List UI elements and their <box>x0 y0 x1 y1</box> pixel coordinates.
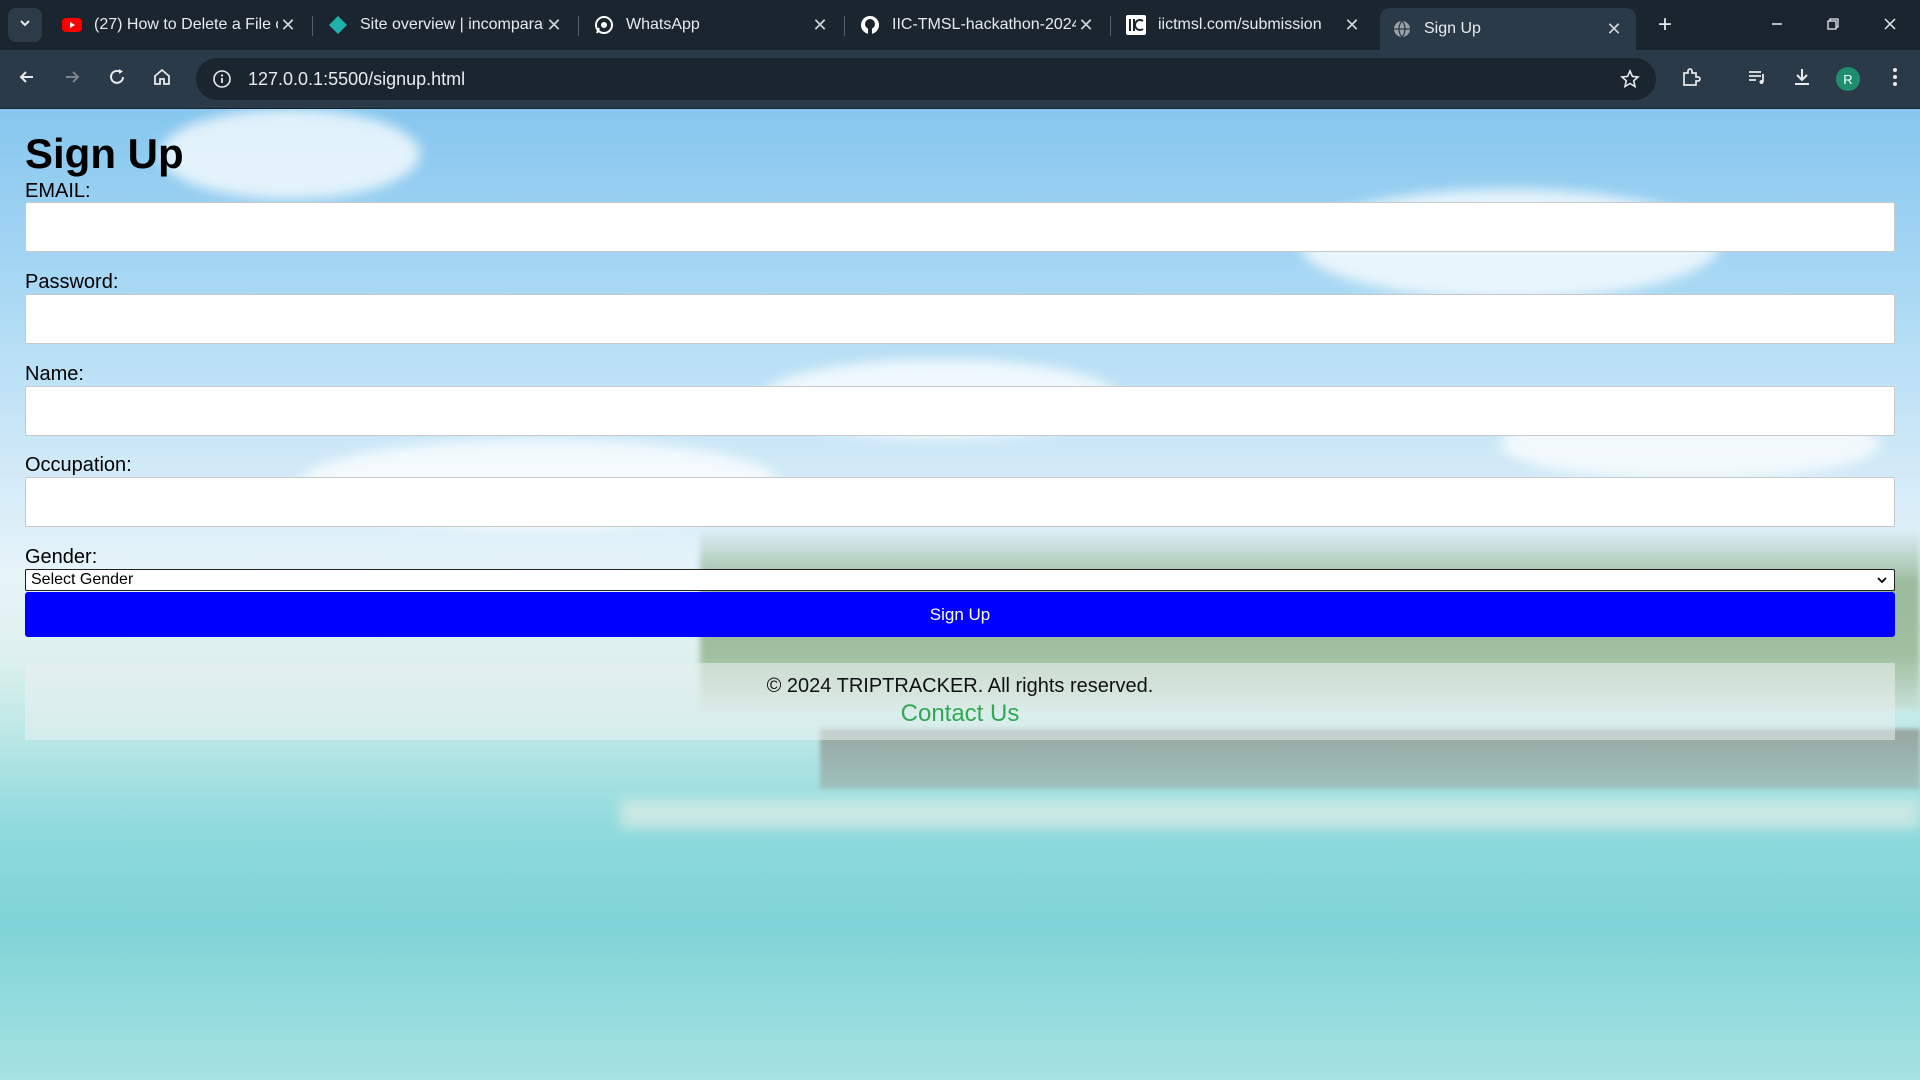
address-bar[interactable]: 127.0.0.1:5500/signup.html <box>196 58 1656 100</box>
globe-icon <box>1392 19 1412 39</box>
arrow-left-icon <box>17 67 37 92</box>
tab-signup[interactable]: Sign Up ✕ <box>1380 8 1636 50</box>
tab-whatsapp[interactable]: WhatsApp ✕ <box>582 6 842 44</box>
close-icon[interactable]: ✕ <box>1076 15 1096 35</box>
copyright-text: © 2024 TRIPTRACKER. All rights reserved. <box>766 675 1154 697</box>
forward-button[interactable] <box>56 63 88 95</box>
site-info-icon[interactable] <box>210 67 234 91</box>
tab-title: Site overview | incomparab <box>360 16 544 33</box>
name-field[interactable] <box>25 386 1895 436</box>
puzzle-icon <box>1680 66 1702 93</box>
occupation-label: Occupation: <box>25 454 132 476</box>
chevron-down-icon <box>18 16 32 35</box>
new-tab-button[interactable]: + <box>1650 10 1680 40</box>
extensions-button[interactable] <box>1675 63 1707 95</box>
tab-youtube[interactable]: (27) How to Delete a File o ✕ <box>50 6 310 44</box>
download-icon <box>1791 66 1813 93</box>
iic-icon <box>1126 15 1146 35</box>
tab-title: WhatsApp <box>626 16 700 33</box>
chevron-down-icon <box>1874 572 1890 588</box>
tab-divider <box>578 16 579 36</box>
tab-divider <box>844 16 845 36</box>
close-icon[interactable]: ✕ <box>278 15 298 35</box>
minimize-icon <box>1770 15 1784 36</box>
close-icon[interactable]: ✕ <box>544 15 564 35</box>
url-text: 127.0.0.1:5500/signup.html <box>248 68 466 89</box>
tab-title: (27) How to Delete a File o <box>94 16 278 33</box>
browser-menu-button[interactable] <box>1879 63 1911 95</box>
whatsapp-icon <box>594 15 614 35</box>
background-beach <box>620 799 1920 829</box>
restore-button[interactable] <box>1813 8 1853 42</box>
email-label: EMAIL: <box>25 180 91 202</box>
page-title: Sign Up <box>25 130 184 177</box>
downloads-button[interactable] <box>1786 63 1818 95</box>
arrow-right-icon <box>62 67 82 92</box>
email-field[interactable] <box>25 202 1895 252</box>
tab-strip: (27) How to Delete a File o ✕ Site overv… <box>0 0 1920 50</box>
playlist-icon <box>1746 66 1768 93</box>
tab-netlify[interactable]: Site overview | incomparab ✕ <box>316 6 576 44</box>
home-button[interactable] <box>146 63 178 95</box>
gender-select-value: Select Gender <box>31 571 134 588</box>
github-icon <box>860 15 880 35</box>
close-icon[interactable]: ✕ <box>1604 19 1624 39</box>
tab-title: IIC-TMSL-hackathon-2024- <box>892 16 1076 33</box>
kebab-menu-icon <box>1892 67 1898 92</box>
close-icon[interactable]: ✕ <box>810 15 830 35</box>
password-field[interactable] <box>25 294 1895 344</box>
close-icon <box>1883 15 1897 36</box>
tab-github[interactable]: IIC-TMSL-hackathon-2024- ✕ <box>848 6 1108 44</box>
restore-icon <box>1826 15 1840 36</box>
bookmark-star-icon[interactable] <box>1618 67 1642 91</box>
tab-iic[interactable]: iictmsl.com/submission ✕ <box>1114 6 1374 44</box>
plus-icon: + <box>1657 11 1672 38</box>
occupation-field[interactable] <box>25 477 1895 527</box>
name-label: Name: <box>25 363 84 385</box>
reload-icon <box>107 67 127 92</box>
back-button[interactable] <box>11 63 43 95</box>
minimize-button[interactable] <box>1757 8 1797 42</box>
browser-toolbar: 127.0.0.1:5500/signup.html <box>0 50 1920 140</box>
home-icon <box>152 67 172 92</box>
sign-up-button[interactable]: Sign Up <box>25 592 1895 637</box>
profile-avatar[interactable]: R <box>1836 67 1860 91</box>
tab-title: Sign Up <box>1424 20 1481 37</box>
tab-title: iictmsl.com/submission <box>1158 16 1322 33</box>
netlify-icon <box>328 15 348 35</box>
background-cloud <box>160 109 420 199</box>
tab-divider <box>1110 16 1111 36</box>
reload-button[interactable] <box>101 63 133 95</box>
youtube-icon <box>62 15 82 35</box>
tab-search-button[interactable] <box>8 8 42 42</box>
close-window-button[interactable] <box>1870 8 1910 42</box>
footer: © 2024 TRIPTRACKER. All rights reserved.… <box>25 663 1895 740</box>
close-icon[interactable]: ✕ <box>1342 15 1362 35</box>
password-label: Password: <box>25 271 119 293</box>
media-control-button[interactable] <box>1741 63 1773 95</box>
contact-us-link[interactable]: Contact Us <box>25 700 1895 728</box>
gender-select[interactable]: Select Gender <box>25 569 1895 591</box>
tab-divider <box>312 16 313 36</box>
gender-label: Gender: <box>25 546 98 568</box>
